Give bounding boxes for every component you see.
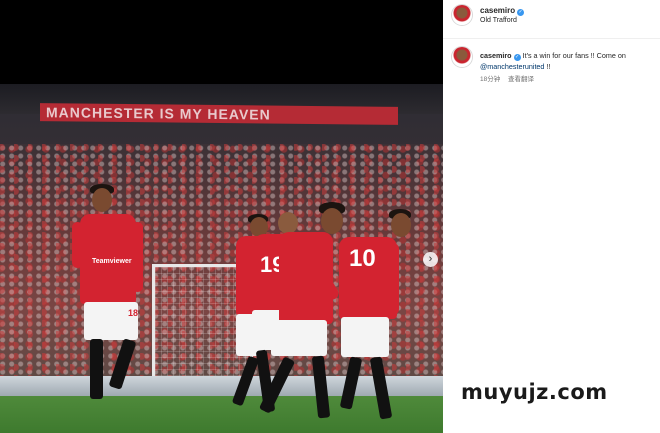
chevron-right-icon: › [428, 253, 433, 265]
player-number-10: 10 [335, 209, 425, 429]
caption-suffix: !! [546, 62, 551, 71]
post-timestamp: 18分钟 [480, 76, 501, 83]
verified-badge-icon: ✓ [517, 9, 525, 16]
verified-badge-icon: ✓ [513, 54, 521, 61]
post-photo[interactable]: MANCHESTER IS MY HEAVEN Teamviewer 18 19… [0, 84, 443, 433]
see-translation-link[interactable]: 查看翻译 [508, 76, 534, 83]
caption-username[interactable]: casemiro [480, 51, 512, 60]
author-avatar[interactable] [452, 5, 472, 25]
caption-text: It's a win for our fans !! Come on [522, 51, 626, 60]
shorts-number: 18 [128, 308, 139, 318]
post-caption: casemiro ✓ It's a win for our fans !! Com… [480, 50, 655, 72]
post-location[interactable]: Old Trafford [480, 17, 517, 24]
shirt-sponsor: Teamviewer [92, 258, 132, 265]
carousel-next-button[interactable]: › [423, 252, 438, 267]
author-username-text[interactable]: casemiro [480, 6, 515, 15]
post-header: casemiro ✓ Old Trafford [443, 0, 660, 39]
author-username[interactable]: casemiro ✓ [480, 6, 525, 16]
player-casemiro: Teamviewer 18 [72, 184, 152, 429]
shirt-number-10: 10 [349, 245, 376, 272]
stadium-banner: MANCHESTER IS MY HEAVEN [40, 103, 398, 125]
post-meta: 18分钟 查看翻译 [480, 73, 540, 83]
player-bruno [258, 202, 345, 427]
post-sidebar: casemiro ✓ Old Trafford casemiro ✓ It's a … [443, 0, 660, 433]
caption-mention-link[interactable]: @manchesterunited [480, 62, 544, 71]
caption-avatar[interactable] [452, 47, 472, 67]
post-media: MANCHESTER IS MY HEAVEN Teamviewer 18 19… [0, 0, 443, 433]
site-watermark: muyujz.com [461, 380, 608, 404]
